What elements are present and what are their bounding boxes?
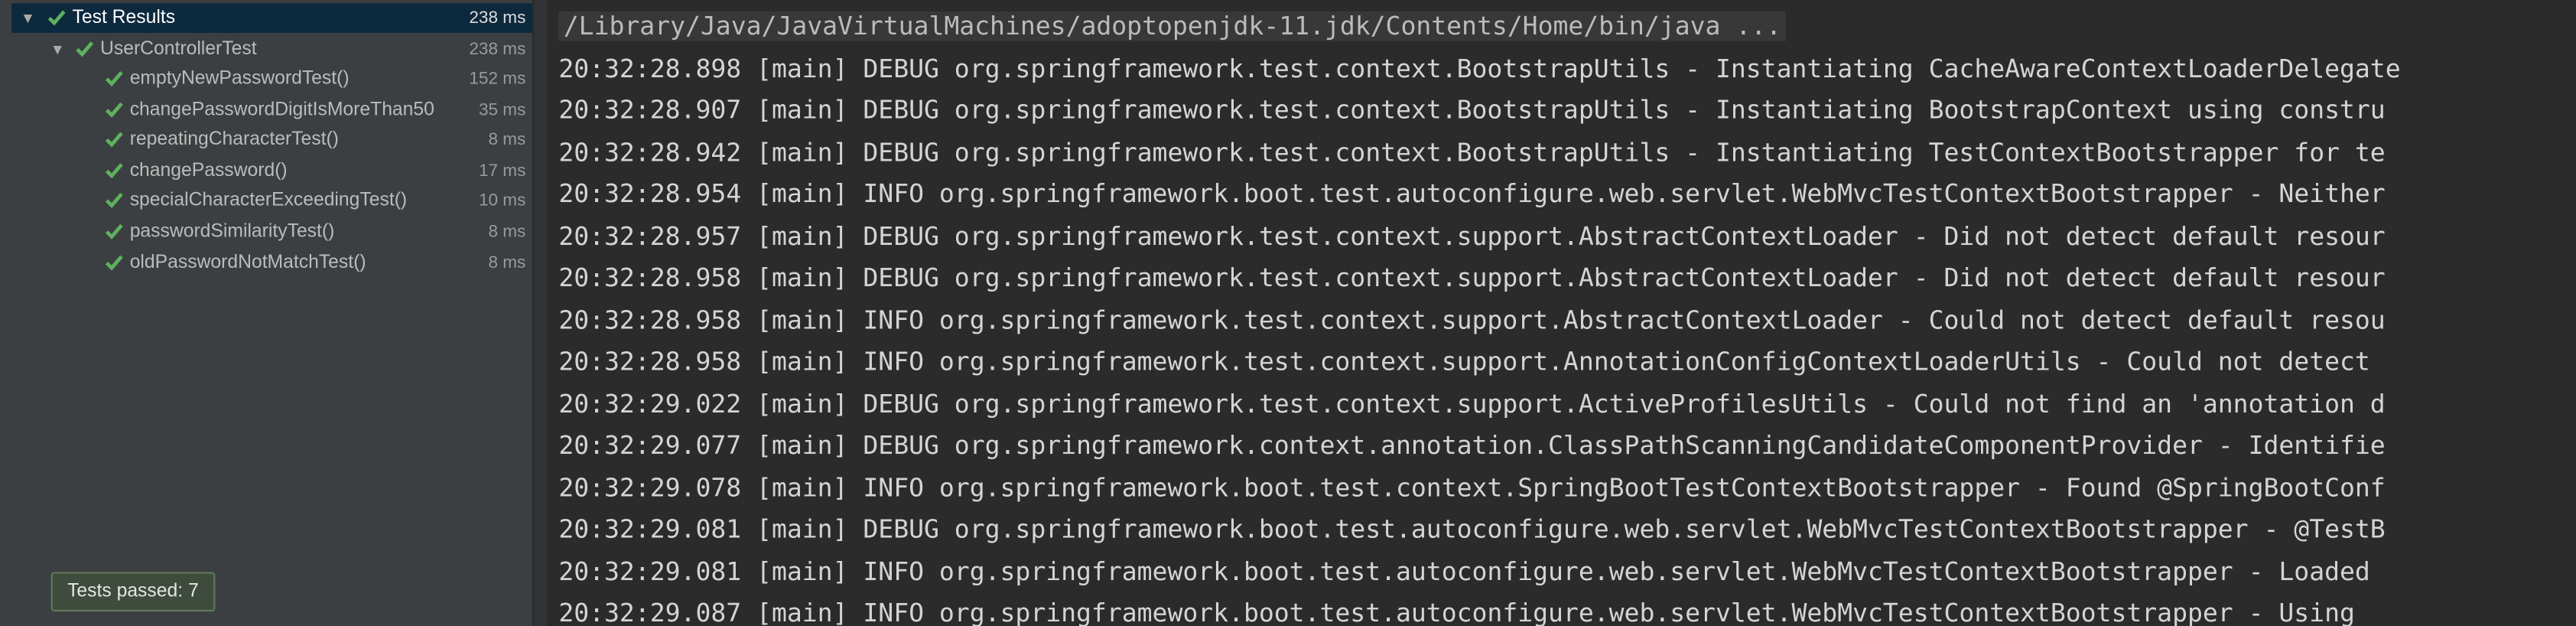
test-duration: 8 ms <box>488 252 526 272</box>
test-name: specialCharacterExceedingTest() <box>129 191 408 211</box>
check-icon <box>102 161 125 181</box>
check-icon <box>73 40 96 60</box>
console-log-line: 20:32:29.077 [main] DEBUG org.springfram… <box>558 430 2386 461</box>
check-icon <box>102 222 125 242</box>
console-output[interactable]: /Library/Java/JavaVirtualMachines/adopto… <box>547 0 2576 626</box>
console-log-line: 20:32:28.957 [main] DEBUG org.springfram… <box>558 220 2386 251</box>
console-log-line: 20:32:28.958 [main] INFO org.springframe… <box>558 347 2370 377</box>
test-name: repeatingCharacterTest() <box>129 130 339 150</box>
test-row[interactable]: repeatingCharacterTest() 8 ms <box>11 126 532 155</box>
test-row[interactable]: changePassword() 17 ms <box>11 156 532 186</box>
console-log-line: 20:32:28.958 [main] INFO org.springframe… <box>558 305 2386 335</box>
test-duration: 8 ms <box>488 130 526 150</box>
console-left-margin <box>534 0 548 626</box>
chevron-down-icon[interactable]: ▼ <box>20 10 36 26</box>
test-row[interactable]: specialCharacterExceedingTest() 10 ms <box>11 187 532 217</box>
console-log-line: 20:32:28.954 [main] INFO org.springframe… <box>558 179 2386 209</box>
test-row[interactable]: oldPasswordNotMatchTest() 8 ms <box>11 247 532 277</box>
test-name: changePasswordDigitIsMoreThan50 <box>129 99 434 119</box>
check-icon <box>44 8 67 28</box>
tree-root-test-results[interactable]: ▼ Test Results 238 ms <box>11 3 532 33</box>
tree-suite-label: UserControllerTest <box>100 39 257 60</box>
check-icon <box>102 99 125 119</box>
test-row[interactable]: changePasswordDigitIsMoreThan50 35 ms <box>11 95 532 125</box>
test-results-tree[interactable]: ▼ Test Results 238 ms ▼ UserControllerTe… <box>11 0 532 626</box>
tree-suite-time: 238 ms <box>469 39 526 60</box>
test-runner-window: ▼ Test Results 238 ms ▼ UserControllerTe… <box>0 0 2576 626</box>
console-log-line: 20:32:28.907 [main] DEBUG org.springfram… <box>558 95 2386 126</box>
console-log-line: 20:32:29.087 [main] INFO org.springframe… <box>558 598 2355 626</box>
test-name: oldPasswordNotMatchTest() <box>129 252 366 272</box>
tree-root-label: Test Results <box>72 8 176 28</box>
tests-passed-tooltip: Tests passed: 7 <box>50 572 216 612</box>
test-row[interactable]: passwordSimilarityTest() 8 ms <box>11 217 532 247</box>
tree-root-time: 238 ms <box>469 8 526 28</box>
test-duration: 35 ms <box>478 99 526 119</box>
console-log-line: 20:32:29.022 [main] DEBUG org.springfram… <box>558 389 2386 419</box>
console-log-line: 20:32:29.081 [main] DEBUG org.springfram… <box>558 514 2386 544</box>
check-icon <box>102 69 125 89</box>
test-name: emptyNewPasswordTest() <box>129 69 350 89</box>
console-log-line: 20:32:28.898 [main] DEBUG org.springfram… <box>558 53 2401 83</box>
console-log-line: 20:32:29.078 [main] INFO org.springframe… <box>558 472 2386 503</box>
test-duration: 152 ms <box>469 69 526 89</box>
test-row[interactable]: emptyNewPasswordTest() 152 ms <box>11 64 532 94</box>
tree-suite-usercontrollertest[interactable]: ▼ UserControllerTest 238 ms <box>11 34 532 64</box>
check-icon <box>102 191 125 211</box>
test-duration: 17 ms <box>478 161 526 181</box>
test-name: changePassword() <box>129 161 288 181</box>
console-log-line: 20:32:28.958 [main] DEBUG org.springfram… <box>558 262 2386 293</box>
command-text: /Library/Java/JavaVirtualMachines/adopto… <box>558 11 1787 41</box>
console-log-line: 20:32:29.081 [main] INFO org.springframe… <box>558 556 2370 586</box>
test-name: passwordSimilarityTest() <box>129 221 335 242</box>
chevron-down-icon[interactable]: ▼ <box>49 41 65 57</box>
console-command-line: /Library/Java/JavaVirtualMachines/adopto… <box>558 7 1787 48</box>
test-duration: 8 ms <box>488 221 526 242</box>
test-duration: 10 ms <box>478 191 526 211</box>
check-icon <box>102 253 125 272</box>
console-log-line: 20:32:28.942 [main] DEBUG org.springfram… <box>558 137 2386 168</box>
check-icon <box>102 130 125 150</box>
